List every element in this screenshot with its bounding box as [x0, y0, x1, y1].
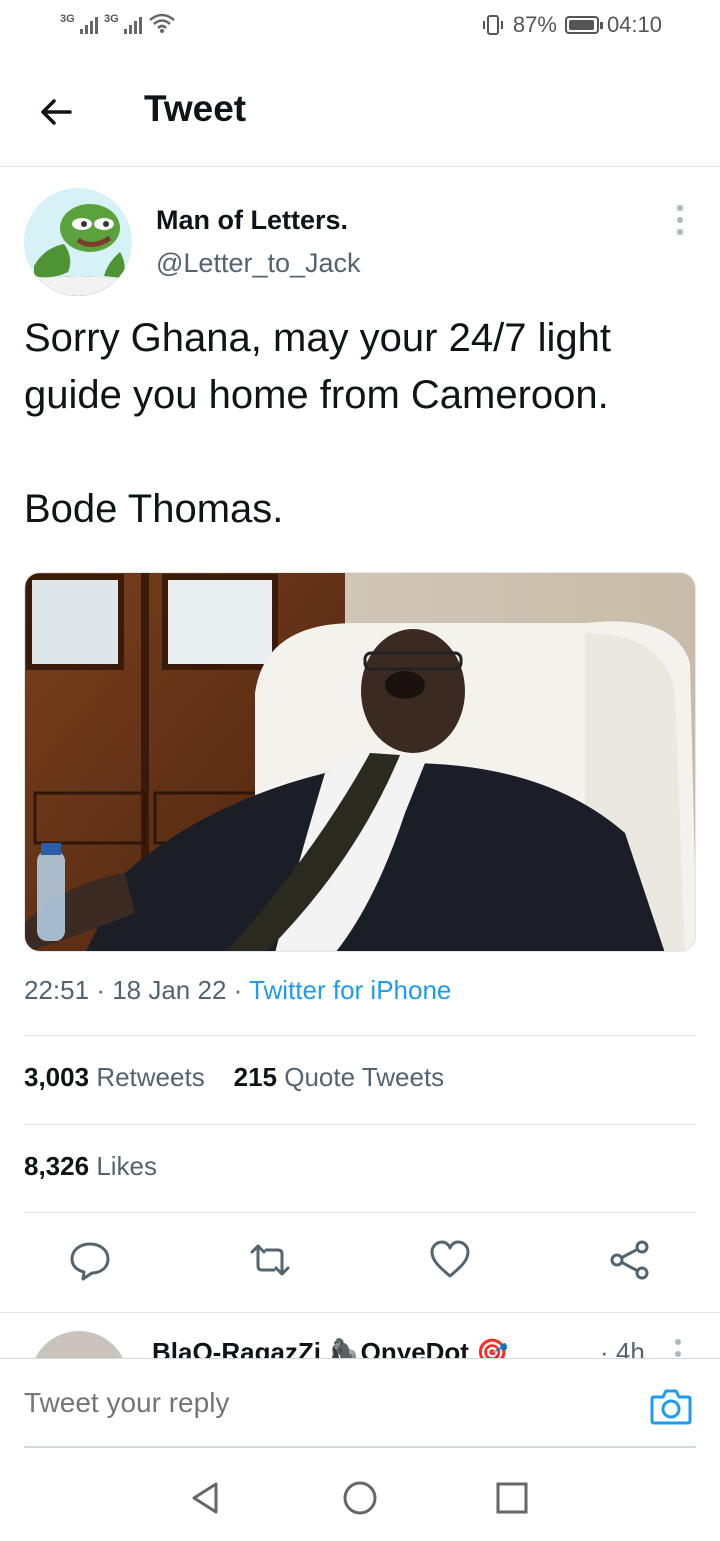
- heart-icon[interactable]: [428, 1238, 472, 1282]
- signal-indicators: 3G 3G: [60, 12, 176, 34]
- nav-recents-icon[interactable]: [492, 1478, 532, 1518]
- reply-compose-bar: [0, 1358, 720, 1449]
- avatar[interactable]: [30, 1331, 128, 1359]
- likes-stat[interactable]: 8,326 Likes: [24, 1151, 157, 1182]
- wifi-icon: [149, 13, 175, 33]
- avatar[interactable]: [24, 188, 132, 296]
- signal-icon: 3G: [104, 13, 142, 34]
- reply-icon[interactable]: [68, 1238, 112, 1282]
- frog-avatar-image: [24, 188, 132, 296]
- tweet-source-link[interactable]: Twitter for iPhone: [249, 975, 451, 1005]
- author-name[interactable]: Man of Letters.: [156, 205, 348, 236]
- share-icon[interactable]: [608, 1238, 652, 1282]
- tweet-text: Sorry Ghana, may your 24/7 light guide y…: [24, 316, 611, 531]
- engagement-stats: 3,003 Retweets 215 Quote Tweets: [24, 1062, 444, 1093]
- author-handle[interactable]: @Letter_to_Jack: [156, 248, 361, 279]
- network-type-2: 3G: [104, 13, 119, 25]
- nav-home-icon[interactable]: [340, 1478, 380, 1518]
- camera-icon[interactable]: [650, 1387, 692, 1427]
- divider: [24, 1212, 696, 1213]
- vibrate-icon: [482, 15, 503, 35]
- more-options-icon[interactable]: [670, 205, 690, 239]
- reply-time: · 4h: [600, 1337, 645, 1359]
- divider: [24, 1035, 696, 1036]
- reply-author-name[interactable]: BlaQ-RagazZi 🦍OnyeDot 🎯: [152, 1337, 509, 1359]
- quote-tweets-stat[interactable]: 215 Quote Tweets: [234, 1062, 445, 1092]
- retweets-stat[interactable]: 3,003 Retweets: [24, 1062, 205, 1092]
- meta-separator: ·: [96, 975, 113, 1005]
- photo-laughing-man-in-armchair: [25, 573, 695, 951]
- divider: [24, 1446, 696, 1448]
- page-title: Tweet: [144, 88, 247, 129]
- reply-preview[interactable]: BlaQ-RagazZi 🦍OnyeDot 🎯 · 4h: [0, 1312, 720, 1359]
- signal-icon: 3G: [60, 13, 98, 34]
- tweet-date: 18 Jan 22: [112, 975, 227, 1005]
- battery-percent: 87%: [512, 12, 557, 37]
- meta-separator: ·: [233, 975, 250, 1005]
- tweet-photo[interactable]: [24, 572, 696, 952]
- network-type-1: 3G: [60, 13, 75, 25]
- reply-input[interactable]: [24, 1387, 584, 1419]
- top-app-bar: Tweet: [0, 56, 720, 167]
- arrow-left-icon[interactable]: [36, 92, 76, 132]
- status-bar: 3G 3G 87% 04:10: [0, 0, 720, 56]
- tweet-time: 22:51: [24, 975, 90, 1005]
- more-options-icon[interactable]: [675, 1339, 681, 1359]
- clock: 04:10: [606, 12, 662, 37]
- status-right: 87% 04:10: [481, 12, 662, 38]
- battery-icon: [564, 16, 603, 34]
- nav-back-icon[interactable]: [186, 1478, 226, 1518]
- retweet-icon[interactable]: [248, 1238, 292, 1282]
- divider: [24, 1124, 696, 1125]
- tweet-metadata: 22:51 · 18 Jan 22 · Twitter for iPhone: [24, 975, 451, 1006]
